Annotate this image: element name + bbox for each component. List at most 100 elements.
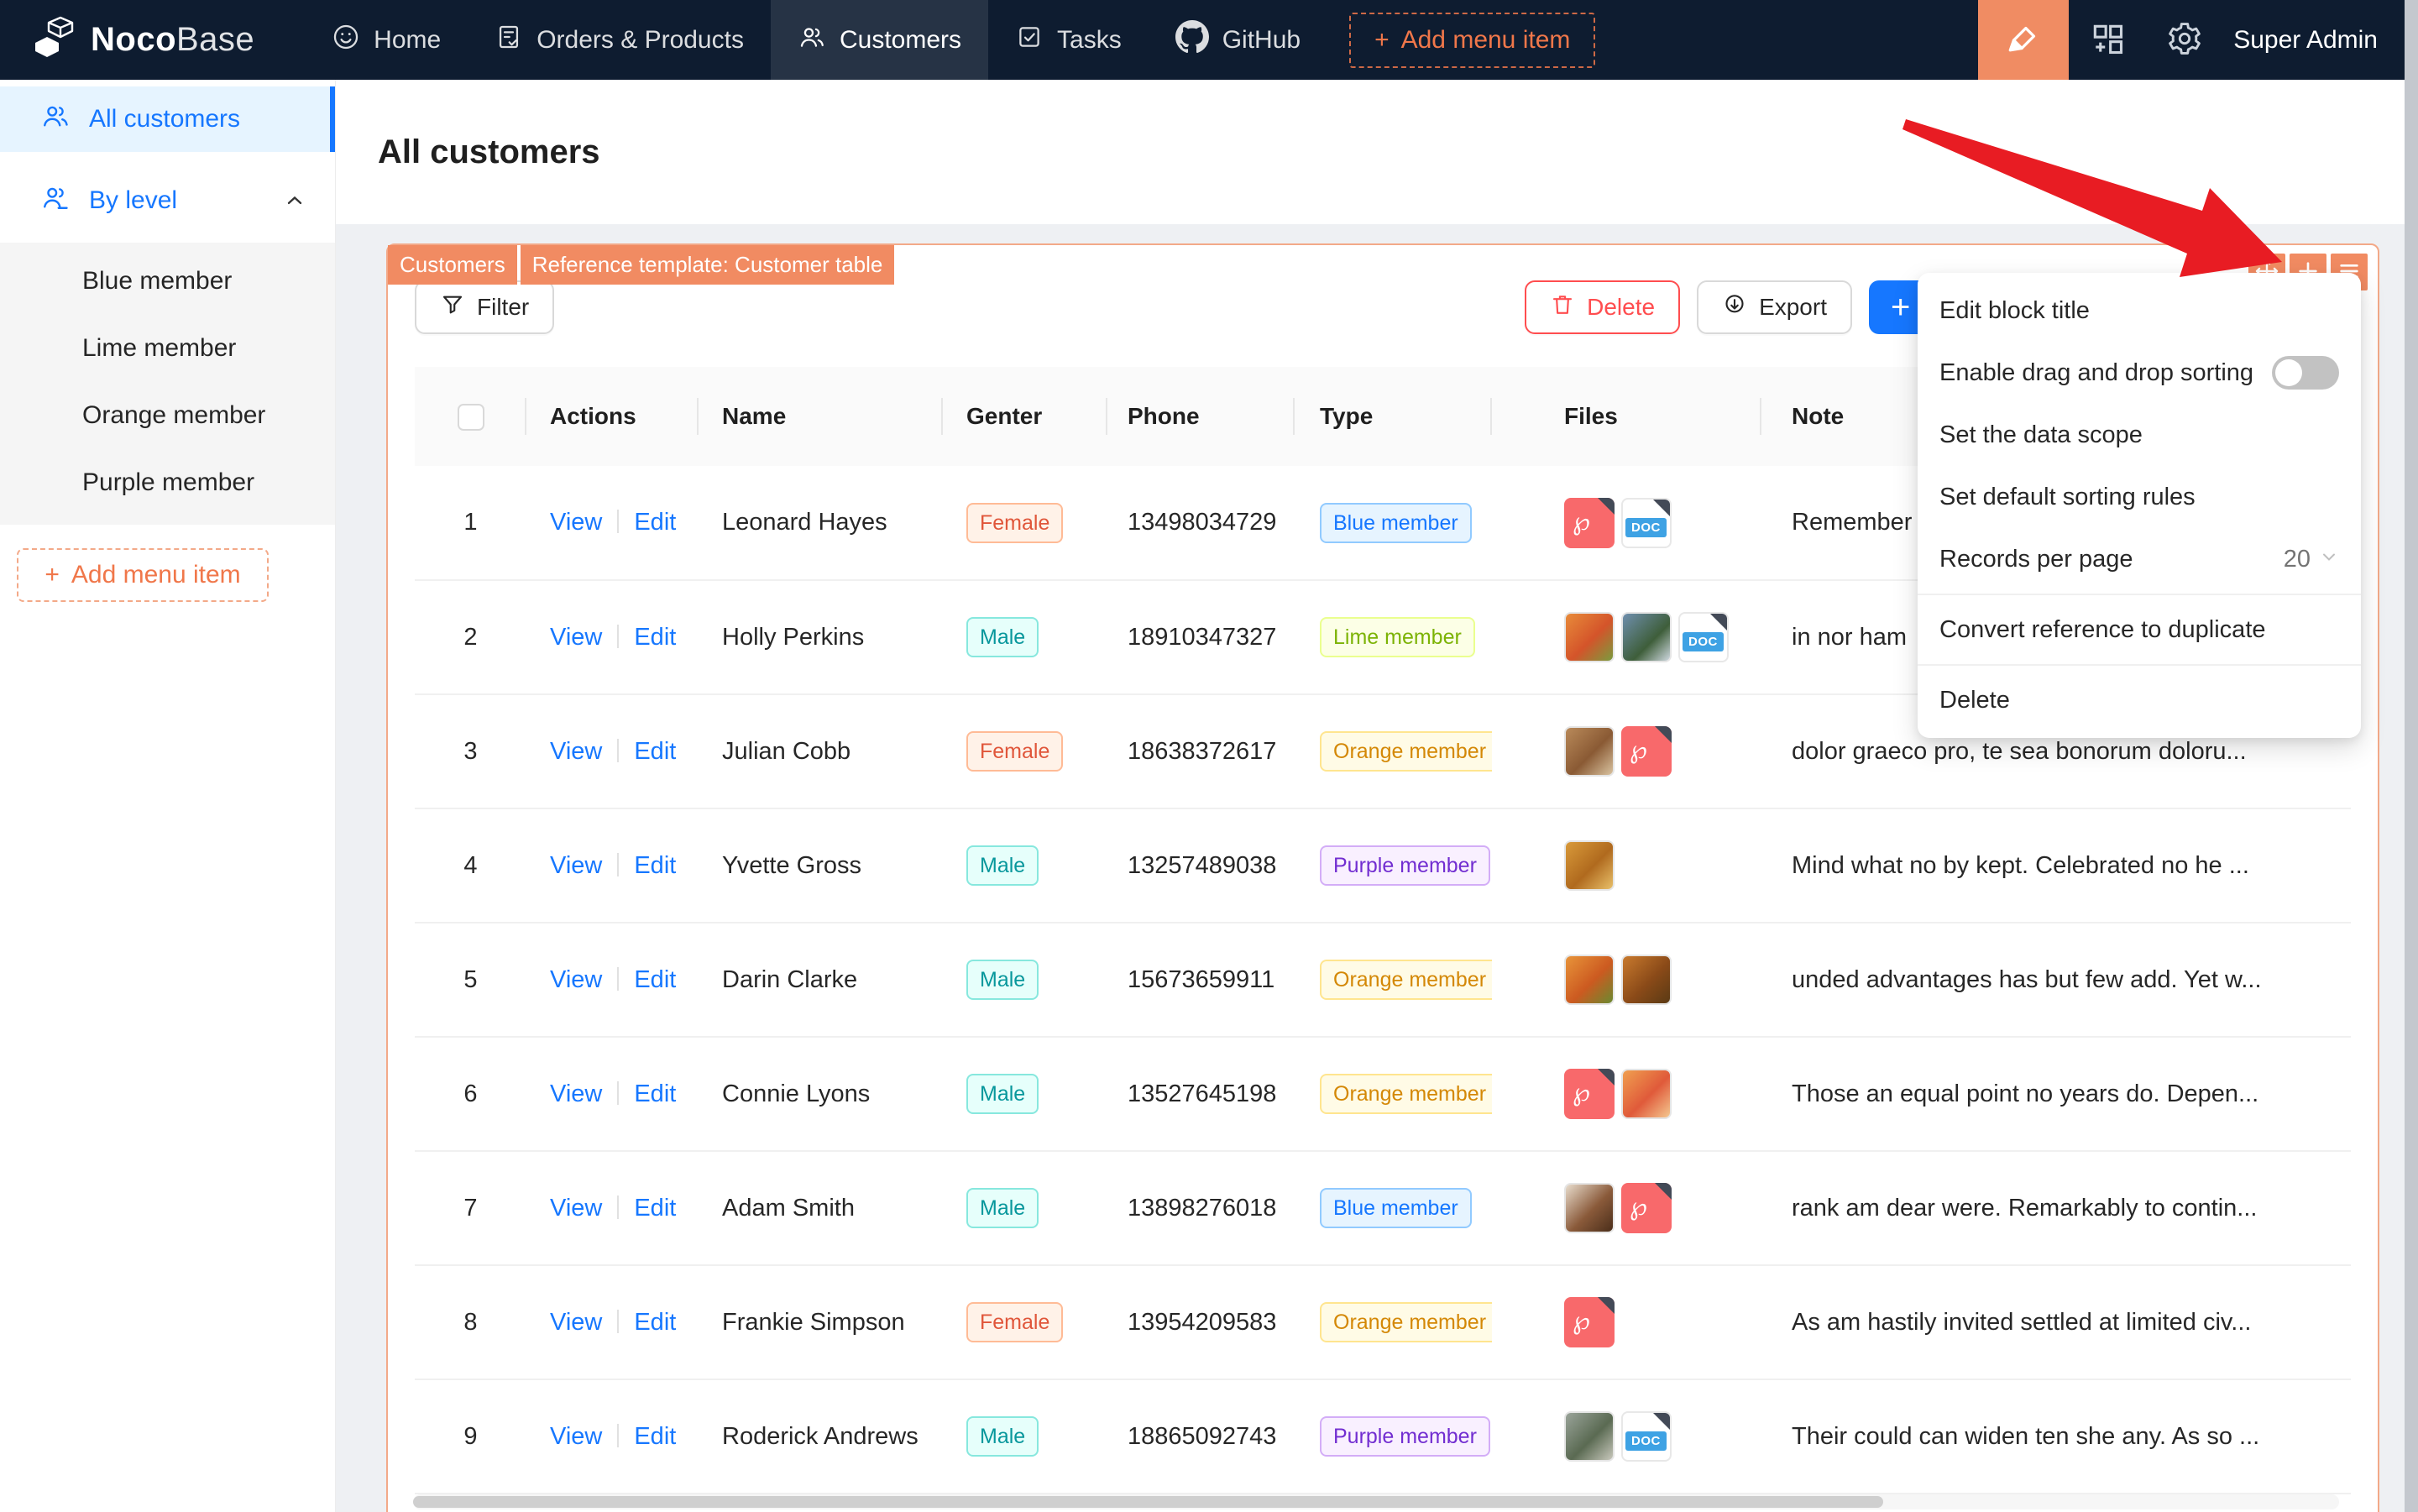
view-link[interactable]: View — [550, 1423, 602, 1450]
nav-item-home[interactable]: Home — [305, 0, 468, 80]
settings-button[interactable] — [2146, 0, 2223, 80]
cell-filler — [2289, 923, 2351, 1038]
menu-divider — [1918, 664, 2361, 666]
menu-item-edit-block-title[interactable]: Edit block title — [1918, 280, 2361, 342]
menu-item-enable-drag-and-drop-sorting[interactable]: Enable drag and drop sorting — [1918, 342, 2361, 404]
menu-item-set-default-sorting-rules[interactable]: Set default sorting rules — [1918, 466, 2361, 528]
row-index: 6 — [415, 1037, 526, 1152]
view-link[interactable]: View — [550, 966, 602, 993]
plus-icon: + — [1891, 288, 1911, 326]
column-header-actions[interactable]: Actions — [526, 367, 699, 466]
view-link[interactable]: View — [550, 1195, 602, 1222]
drag-sorting-toggle[interactable] — [2272, 356, 2339, 390]
row-index: 2 — [415, 580, 526, 695]
image-file-thumbnail[interactable] — [1564, 1183, 1615, 1233]
cell-type: Orange member — [1295, 694, 1492, 809]
edit-link[interactable]: Edit — [634, 1423, 676, 1450]
vertical-scrollbar[interactable] — [2405, 0, 2418, 1512]
pdf-file-thumbnail[interactable]: ℘ — [1564, 1069, 1615, 1119]
edit-link[interactable]: Edit — [634, 1309, 676, 1336]
column-header-files[interactable]: Files — [1492, 367, 1761, 466]
sidebar-item-label: By level — [89, 186, 178, 214]
edit-link[interactable]: Edit — [634, 509, 676, 536]
gender-tag: Male — [966, 1188, 1039, 1228]
horizontal-scrollbar-track[interactable] — [413, 1494, 2339, 1509]
nav-item-customers[interactable]: Customers — [770, 0, 989, 80]
column-header-type[interactable]: Type — [1295, 367, 1492, 466]
ui-editor-button[interactable] — [1978, 0, 2070, 80]
nav-add-menu-item-button[interactable]: + Add menu item — [1349, 12, 1596, 68]
image-file-thumbnail[interactable] — [1621, 612, 1672, 662]
menu-item-records-per-page[interactable]: Records per page 20 — [1918, 528, 2361, 590]
cell-phone: 18638372617 — [1107, 694, 1295, 809]
sidebar-add-menu-item-button[interactable]: + Add menu item — [17, 548, 269, 602]
menu-item-delete[interactable]: Delete — [1918, 669, 2361, 731]
sidebar-item-purple-member[interactable]: Purple member — [0, 449, 335, 516]
sidebar-item-lime-member[interactable]: Lime member — [0, 315, 335, 382]
nav-item-orders-products[interactable]: Orders & Products — [468, 0, 771, 80]
edit-link[interactable]: Edit — [634, 1080, 676, 1107]
column-header-genter[interactable]: Genter — [943, 367, 1107, 466]
nocobase-logo[interactable]: NocoBase — [30, 14, 254, 65]
pdf-file-thumbnail[interactable]: ℘ — [1621, 726, 1672, 777]
cell-filler — [2289, 1379, 2351, 1494]
edit-link[interactable]: Edit — [634, 738, 676, 765]
records-per-page-value[interactable]: 20 — [2284, 546, 2339, 573]
export-button[interactable]: Export — [1697, 280, 1852, 334]
edit-link[interactable]: Edit — [634, 624, 676, 651]
member-type-tag: Purple member — [1320, 845, 1490, 886]
table-row: 6 View Edit Connie Lyons Male 13527645198 Oran… — [415, 1037, 2351, 1152]
row-actions: View Edit — [526, 1265, 699, 1380]
edit-link[interactable]: Edit — [634, 852, 676, 879]
view-link[interactable]: View — [550, 509, 602, 536]
select-all-checkbox[interactable] — [457, 403, 484, 431]
image-file-thumbnail[interactable] — [1564, 955, 1615, 1005]
actions-divider — [617, 1195, 620, 1219]
plugin-manager-button[interactable] — [2069, 0, 2146, 80]
cell-gender: Female — [943, 1265, 1107, 1380]
pdf-file-thumbnail[interactable]: ℘ — [1564, 497, 1615, 548]
chevron-up-icon[interactable] — [283, 189, 306, 212]
view-link[interactable]: View — [550, 852, 602, 879]
delete-button[interactable]: Delete — [1525, 280, 1681, 334]
horizontal-scrollbar-thumb[interactable] — [413, 1496, 1883, 1508]
pdf-file-thumbnail[interactable]: ℘ — [1564, 1297, 1615, 1347]
cell-name: Darin Clarke — [699, 923, 943, 1038]
nav-item-tasks[interactable]: Tasks — [988, 0, 1149, 80]
edit-link[interactable]: Edit — [634, 1195, 676, 1222]
menu-item-convert-reference-to-duplicate[interactable]: Convert reference to duplicate — [1918, 599, 2361, 661]
doc-file-thumbnail[interactable]: DOC — [1678, 612, 1729, 662]
view-link[interactable]: View — [550, 738, 602, 765]
image-file-thumbnail[interactable] — [1564, 840, 1615, 891]
image-file-thumbnail[interactable] — [1621, 1069, 1672, 1119]
column-header-name[interactable]: Name — [699, 367, 943, 466]
cell-phone: 18910347327 — [1107, 580, 1295, 695]
edit-link[interactable]: Edit — [634, 966, 676, 993]
cell-files: ℘ DOC — [1492, 466, 1761, 581]
filter-button[interactable]: Filter — [415, 280, 555, 334]
image-file-thumbnail[interactable] — [1621, 955, 1672, 1005]
menu-item-set-the-data-scope[interactable]: Set the data scope — [1918, 404, 2361, 466]
sidebar-item-all-customers[interactable]: All customers — [0, 86, 335, 152]
logo-text: NocoBase — [91, 21, 255, 58]
column-header-phone[interactable]: Phone — [1107, 367, 1295, 466]
view-link[interactable]: View — [550, 624, 602, 651]
pdf-file-thumbnail[interactable]: ℘ — [1621, 1183, 1672, 1233]
doc-file-thumbnail[interactable]: DOC — [1621, 1411, 1672, 1462]
row-actions: View Edit — [526, 1379, 699, 1494]
nav-item-github[interactable]: GitHub — [1149, 0, 1327, 80]
sidebar-item-blue-member[interactable]: Blue member — [0, 248, 335, 315]
cell-type: Blue member — [1295, 1151, 1492, 1266]
image-file-thumbnail[interactable] — [1564, 1411, 1615, 1462]
page-root: NocoBase Home Orders & Products Customers T… — [0, 0, 2418, 1512]
user-menu[interactable]: Super Admin — [2223, 26, 2418, 55]
image-file-thumbnail[interactable] — [1564, 726, 1615, 777]
doc-file-thumbnail[interactable]: DOC — [1621, 497, 1672, 548]
view-link[interactable]: View — [550, 1309, 602, 1336]
sidebar-item-orange-member[interactable]: Orange member — [0, 382, 335, 449]
gender-tag: Male — [966, 960, 1039, 1000]
cell-gender: Male — [943, 923, 1107, 1038]
view-link[interactable]: View — [550, 1080, 602, 1107]
sidebar-item-by-level[interactable]: By level — [0, 167, 335, 234]
image-file-thumbnail[interactable] — [1564, 612, 1615, 662]
